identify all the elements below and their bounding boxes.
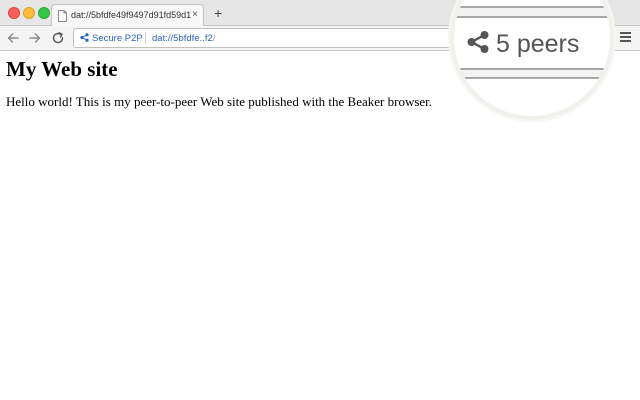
share-icon <box>466 30 490 59</box>
window-close-button[interactable] <box>8 7 20 19</box>
peers-magnifier: 5 peers <box>454 0 610 116</box>
page-body-text: Hello world! This is my peer-to-peer Web… <box>6 94 433 109</box>
url-prefix: dat:// <box>152 33 174 44</box>
peers-count-button[interactable]: 5 peers <box>466 29 579 59</box>
tab-close-icon[interactable]: × <box>192 9 198 21</box>
reload-icon[interactable] <box>51 31 65 45</box>
tab-active[interactable]: dat://5bfdfe49f9497d91fd59d1... × <box>51 4 204 26</box>
url-divider <box>145 33 146 44</box>
url-suffix: / <box>212 33 216 44</box>
tab-title: dat://5bfdfe49f9497d91fd59d1... <box>71 10 191 20</box>
menu-icon[interactable] <box>620 32 631 44</box>
forward-arrow-icon[interactable] <box>28 31 42 45</box>
url-text[interactable]: dat://5bfdfe..f2/ <box>152 33 215 45</box>
magnifier-band <box>454 8 610 16</box>
secure-label: Secure P2P <box>92 33 143 44</box>
page-icon <box>58 9 67 22</box>
magnifier-line <box>454 77 610 79</box>
back-arrow-icon[interactable] <box>6 31 20 45</box>
peers-label: 5 peers <box>496 30 580 58</box>
share-icon <box>80 32 89 45</box>
window-maximize-button[interactable] <box>38 7 50 19</box>
secure-p2p-badge[interactable]: Secure P2P <box>80 32 143 45</box>
page-title: My Web site <box>6 57 118 81</box>
new-tab-button[interactable]: + <box>214 5 222 21</box>
magnifier-band <box>454 70 610 77</box>
url-host: 5bfdfe..f2 <box>173 33 213 44</box>
window-minimize-button[interactable] <box>23 7 35 19</box>
